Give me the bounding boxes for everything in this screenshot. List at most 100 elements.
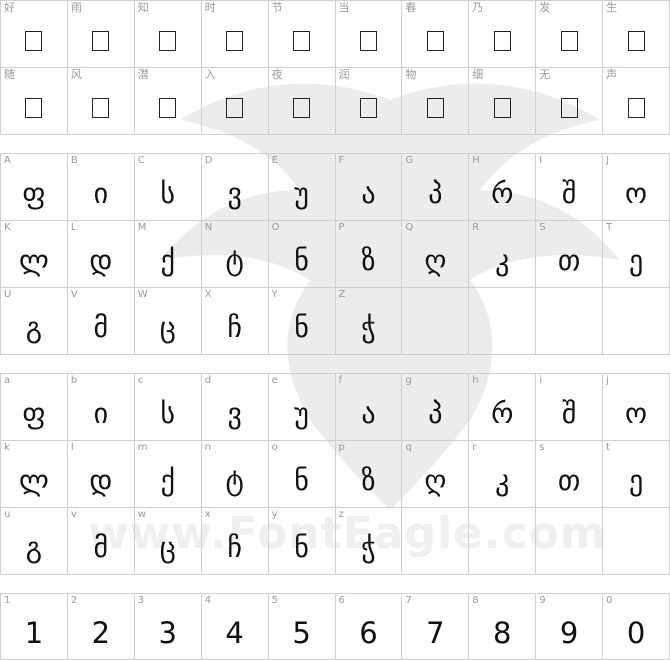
glyph-label: n [204,442,212,453]
glyph-sample: ი [93,177,109,210]
glyph-label: x [204,509,211,520]
glyph-cell: 11 [1,594,68,660]
cjk-sample-grid: 好 雨 知 时 节 当 春 乃 发 生随 风 潜 入 夜 润 物 细 无 声 [0,0,670,135]
glyph-sample: ც [159,531,176,564]
glyph-label: j [606,375,609,386]
glyph-sample: ტ [225,244,244,277]
glyph-label: 乃 [472,1,484,14]
glyph-cell: 夜 [268,68,336,135]
glyph-label: 润 [338,68,350,81]
glyph-sample: ლ [19,244,49,277]
glyph-sample: ე [628,244,644,277]
glyph-label: e [271,375,278,386]
glyph-sample: თ [557,244,581,277]
glyph-label: u [4,509,11,520]
glyph-sample: ფ [22,177,46,210]
missing-glyph-box-icon [202,15,268,67]
glyph-label: o [271,442,278,453]
glyph-cell: 随 [1,68,68,135]
glyph-label: p [338,442,345,453]
glyph-cell: 44 [201,594,269,660]
glyph-sample: გ [25,531,43,564]
glyph-sample: პ [428,397,443,430]
glyph-cell: Mქ [134,221,202,288]
glyph-cell: oნ [268,441,336,508]
glyph-label: l [70,442,74,453]
glyph-label: K [4,222,11,233]
glyph-cell: 物 [402,68,470,135]
glyph-cell: nტ [201,441,269,508]
glyph-label: 春 [405,1,417,14]
glyph-label: J [606,155,610,166]
glyph-sample: ჭ [361,311,376,344]
lowercase-glyph-grid: aფbიcსdვeუfაgპhრiშjოkლlდmქnტoნpზqღrკsთtე… [0,373,670,575]
glyph-cell: Wც [134,288,202,355]
glyph-cell: 风 [67,68,135,135]
glyph-label: O [271,222,280,233]
glyph-sample: პ [428,177,443,210]
glyph-sample: გ [25,311,43,344]
missing-glyph-box-icon [68,82,134,134]
glyph-label: d [204,375,212,386]
glyph-cell: 22 [67,594,135,660]
glyph-sample: 8 [493,616,512,650]
glyph-label: 雨 [70,1,82,14]
glyph-sample: ნ [294,464,309,497]
glyph-cell: Hრ [469,154,537,221]
glyph-label: 声 [606,68,618,81]
glyph-sample: 1 [24,616,44,650]
glyph-label: 物 [405,68,417,81]
missing-glyph-box-icon [603,15,669,67]
glyph-sample: 0 [626,616,646,650]
glyph-cell: yნ [268,508,336,575]
missing-glyph-box-icon [336,15,402,67]
glyph-cell [402,288,470,355]
glyph-sample: უ [294,177,309,210]
missing-glyph-box-icon [536,82,602,134]
glyph-sample: ქ [160,464,175,497]
glyph-cell: 好 [1,1,68,68]
glyph-cell: kლ [1,441,68,508]
glyph-sample: მ [93,531,109,564]
glyph-cell: Uგ [1,288,68,355]
glyph-cell: 33 [134,594,202,660]
glyph-sample: შ [561,397,577,430]
glyph-label: 潜 [137,68,149,81]
glyph-sample: ე [628,464,644,497]
missing-glyph-box-icon [1,15,67,67]
glyph-label: Z [338,289,346,300]
glyph-sample: 7 [426,616,445,650]
glyph-label: 9 [539,595,546,606]
glyph-sample: კ [495,464,510,497]
glyph-cell: xჩ [201,508,269,575]
glyph-cell: 知 [134,1,202,68]
glyph-label: 3 [137,595,145,606]
glyph-cell: Vმ [67,288,135,355]
glyph-cell: dვ [201,374,269,441]
glyph-label: C [137,155,145,166]
glyph-label: z [338,509,344,520]
glyph-label: V [70,289,78,300]
glyph-label: a [4,375,11,386]
glyph-label: i [539,375,542,386]
glyph-cell: 当 [335,1,403,68]
missing-glyph-box-icon [68,15,134,67]
glyph-cell: Gპ [402,154,470,221]
glyph-label: m [137,442,148,453]
glyph-cell: rკ [469,441,537,508]
glyph-label: 随 [4,68,15,81]
glyph-cell: 55 [268,594,336,660]
glyph-cell: cს [134,374,202,441]
glyph-cell: 春 [402,1,470,68]
glyph-sample: დ [89,244,113,277]
glyph-label: 夜 [271,68,283,81]
missing-glyph-box-icon [202,82,268,134]
glyph-label: 细 [472,68,484,81]
glyph-cell: Jო [603,154,670,221]
glyph-cell: Zჭ [335,288,403,355]
glyph-cell: aფ [1,374,68,441]
glyph-sample: ღ [424,464,447,497]
glyph-label: D [204,155,213,166]
glyph-label: c [137,375,144,386]
glyph-label: W [137,289,148,300]
